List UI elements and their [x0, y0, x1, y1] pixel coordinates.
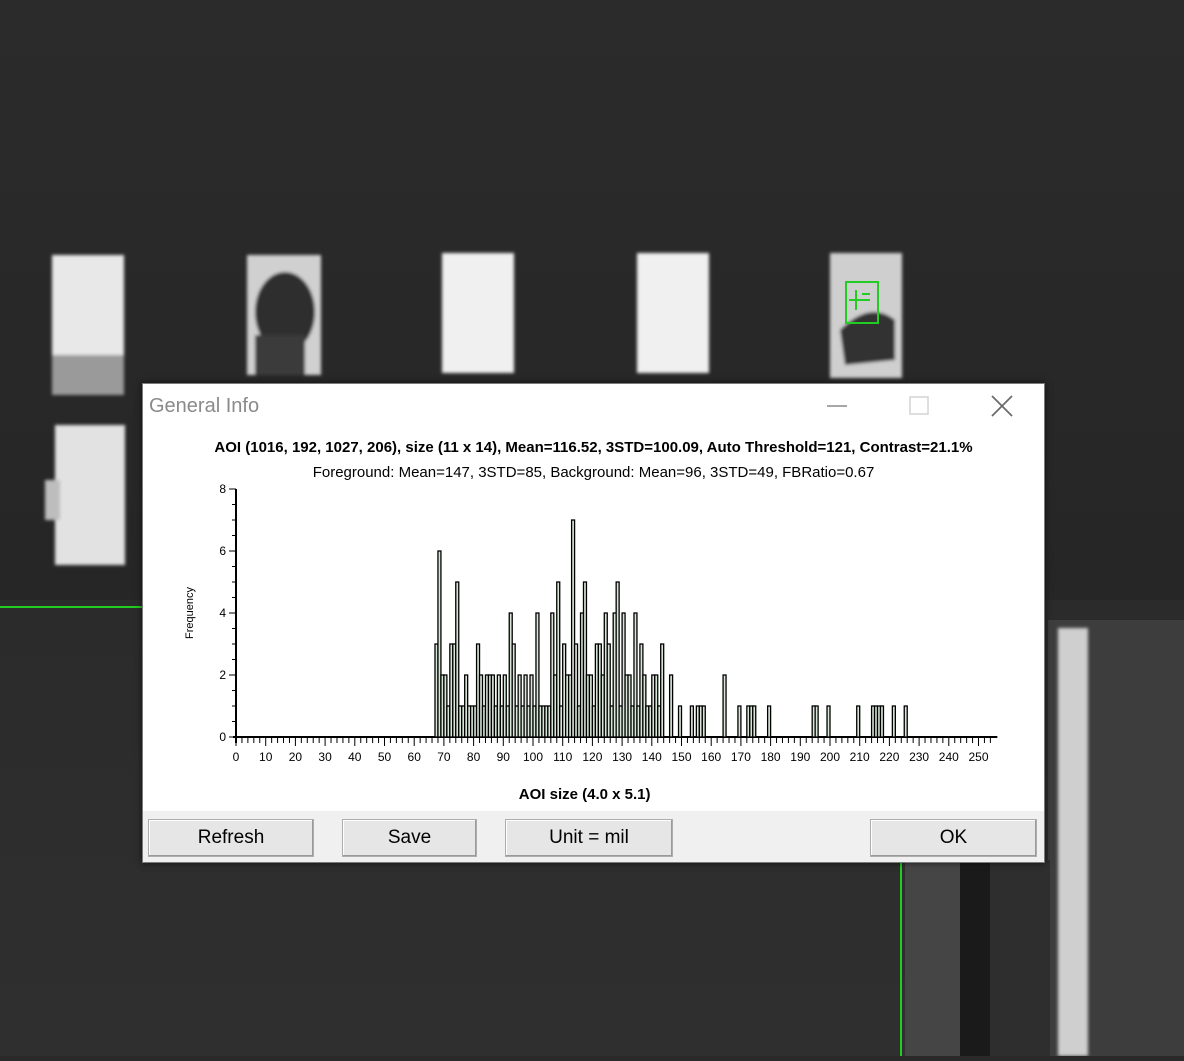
y-tick-label: 6	[219, 544, 226, 558]
x-tick-label: 30	[318, 750, 332, 764]
close-icon[interactable]	[973, 384, 1033, 427]
general-info-dialog: General Info AOI (1016, 192, 1027, 206),…	[142, 383, 1045, 863]
minimize-icon[interactable]	[807, 384, 867, 427]
y-axis-label: Frequency	[184, 587, 196, 639]
x-tick-label: 60	[408, 750, 422, 764]
title-bar[interactable]: General Info	[143, 384, 1044, 427]
y-tick-label: 0	[219, 730, 226, 744]
x-tick-label: 140	[642, 750, 662, 764]
solder-pad-3	[442, 253, 514, 373]
x-tick-label: 240	[939, 750, 959, 764]
histogram-chart: 024680 10 20 30 40 50 60 70 80 90 100 110 120 130 140 1…	[184, 482, 998, 803]
solder-pad-4	[637, 253, 709, 373]
x-tick-label: 120	[582, 750, 602, 764]
histogram-bar	[891, 705, 896, 738]
x-axis-label: AOI size (4.0 x 5.1)	[519, 786, 651, 803]
x-tick-label: 40	[348, 750, 362, 764]
histogram-bar	[660, 643, 665, 738]
histogram-bar	[903, 705, 908, 738]
x-tick-label: 80	[467, 750, 481, 764]
histogram-bar	[879, 705, 885, 738]
histogram-bar	[737, 705, 742, 738]
x-tick-label: 20	[289, 750, 303, 764]
x-tick-label: 130	[612, 750, 632, 764]
histogram-bar	[814, 705, 819, 738]
save-button[interactable]: Save	[342, 819, 477, 857]
ok-button[interactable]: OK	[870, 819, 1037, 857]
info-panel: AOI (1016, 192, 1027, 206), size (11 x 1…	[143, 427, 1044, 811]
x-tick-label: 110	[553, 750, 572, 764]
x-tick-label: 190	[790, 750, 810, 764]
histogram-bar	[668, 674, 674, 738]
maximize-icon[interactable]	[889, 384, 949, 427]
x-tick-label: 0	[233, 750, 240, 764]
solder-pad-5	[830, 253, 902, 378]
x-tick-label: 150	[671, 750, 691, 764]
unit-toggle-button[interactable]: Unit = mil	[505, 819, 673, 857]
x-tick-label: 90	[497, 750, 511, 764]
histogram-bar	[766, 705, 772, 738]
histogram-bar	[856, 705, 861, 738]
x-tick-label: 220	[879, 750, 899, 764]
x-tick-label: 250	[968, 750, 988, 764]
histogram-bar	[752, 705, 757, 738]
solder-pad-2	[247, 255, 321, 375]
x-tick-label: 200	[820, 750, 840, 764]
x-tick-label: 230	[909, 750, 929, 764]
x-tick-label: 70	[437, 750, 451, 764]
x-tick-label: 160	[701, 750, 721, 764]
y-tick-label: 4	[219, 606, 226, 620]
x-tick-label: 180	[761, 750, 781, 764]
histogram-bar	[677, 705, 683, 738]
x-tick-label: 210	[850, 750, 870, 764]
y-tick-label: 8	[219, 482, 226, 496]
histogram-bar	[826, 705, 831, 738]
y-tick-label: 2	[219, 668, 226, 682]
x-tick-label: 100	[523, 750, 543, 764]
window-title: General Info	[149, 395, 260, 417]
histogram-bar	[701, 705, 706, 738]
histogram-bar	[689, 705, 695, 738]
x-tick-label: 50	[378, 750, 392, 764]
refresh-button[interactable]: Refresh	[148, 819, 314, 857]
x-tick-label: 170	[731, 750, 751, 764]
histogram-bar	[722, 674, 727, 738]
x-tick-label: 10	[259, 750, 273, 764]
